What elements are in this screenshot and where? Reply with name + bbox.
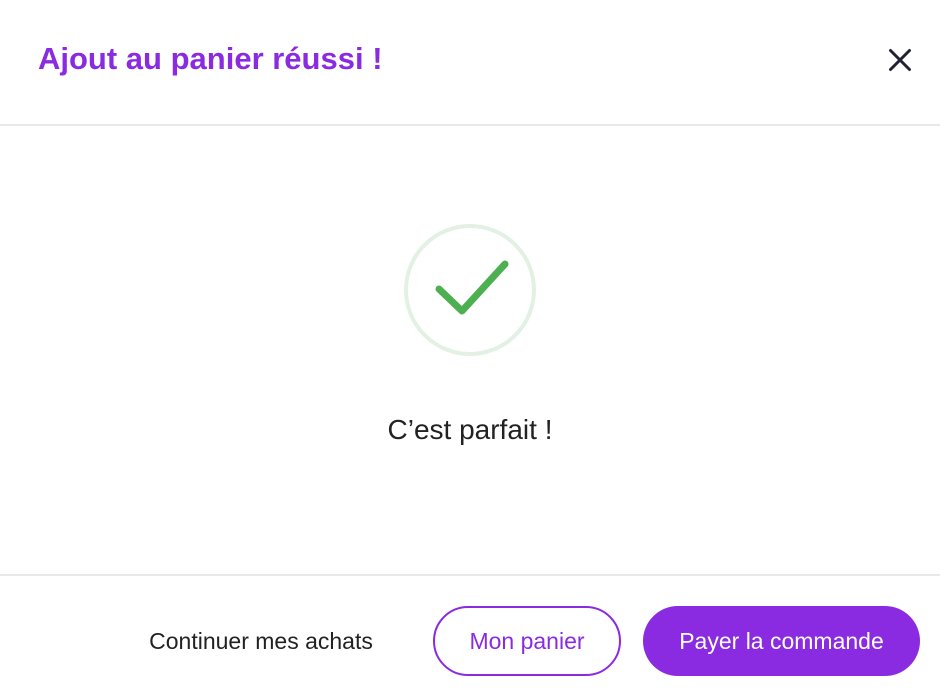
checkmark-circle-icon	[403, 223, 537, 357]
dialog-header: Ajout au panier réussi !	[0, 0, 940, 126]
success-ring	[404, 224, 536, 356]
checkmark-icon	[435, 260, 509, 315]
dialog-title: Ajout au panier réussi !	[38, 41, 383, 76]
success-message: C’est parfait !	[387, 414, 553, 445]
dialog-body: C’est parfait !	[0, 126, 940, 574]
close-icon	[880, 40, 920, 80]
my-cart-button[interactable]: Mon panier	[433, 606, 621, 676]
dialog-footer: Continuer mes achats Mon panier Payer la…	[0, 574, 940, 696]
checkout-button[interactable]: Payer la commande	[643, 606, 920, 676]
add-to-cart-dialog: Ajout au panier réussi ! C’est parfait !…	[0, 0, 940, 696]
continue-shopping-button[interactable]: Continuer mes achats	[134, 606, 388, 676]
close-button[interactable]	[880, 40, 920, 80]
